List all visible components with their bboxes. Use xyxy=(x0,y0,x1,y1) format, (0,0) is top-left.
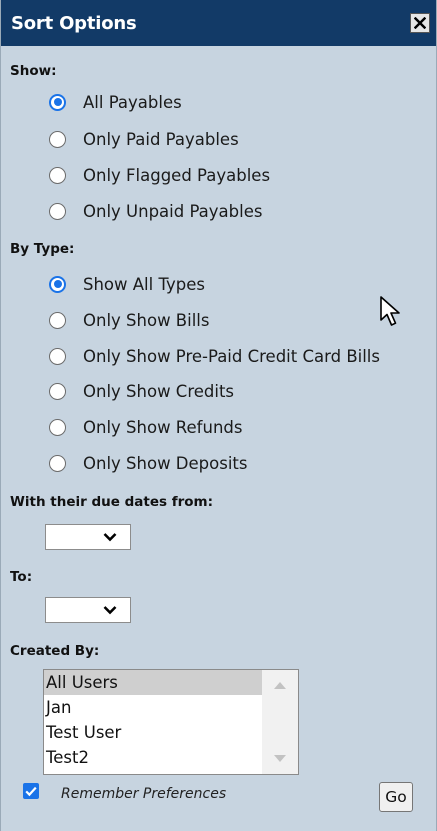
radio-icon-checked[interactable] xyxy=(49,93,66,111)
type-option-refunds[interactable]: Only Show Refunds xyxy=(49,415,242,439)
radio-icon[interactable] xyxy=(49,130,66,148)
chevron-down-icon xyxy=(103,606,117,615)
remember-preferences-label: Remember Preferences xyxy=(61,786,227,802)
radio-icon[interactable] xyxy=(49,418,66,436)
option-label: Only Show Deposits xyxy=(83,453,248,473)
list-item[interactable]: Test2 xyxy=(44,745,264,770)
type-option-prepaid-cc-bills[interactable]: Only Show Pre-Paid Credit Card Bills xyxy=(49,344,380,368)
option-label: Only Show Pre-Paid Credit Card Bills xyxy=(83,346,380,366)
option-label: Only Paid Payables xyxy=(83,129,239,149)
remember-preferences[interactable]: Remember Preferences xyxy=(23,780,226,802)
radio-icon[interactable] xyxy=(49,311,66,329)
list-item[interactable]: Jan xyxy=(44,695,264,720)
show-option-paid[interactable]: Only Paid Payables xyxy=(49,127,239,151)
type-option-deposits[interactable]: Only Show Deposits xyxy=(49,451,247,475)
list-item[interactable]: All Users xyxy=(44,670,264,695)
listbox-scrollbar[interactable] xyxy=(262,670,298,774)
created-by-label: Created By: xyxy=(10,643,100,659)
due-date-to-select[interactable] xyxy=(45,597,131,623)
mouse-pointer-icon xyxy=(380,296,400,326)
option-label: Only Unpaid Payables xyxy=(83,201,263,221)
go-button[interactable]: Go xyxy=(379,782,413,812)
close-button[interactable] xyxy=(410,13,430,33)
close-x-icon xyxy=(414,17,426,29)
by-type-label: By Type: xyxy=(10,241,75,257)
type-option-credits[interactable]: Only Show Credits xyxy=(49,379,234,403)
option-label: All Payables xyxy=(83,92,182,112)
type-option-bills[interactable]: Only Show Bills xyxy=(49,308,209,332)
radio-icon-checked[interactable] xyxy=(49,275,66,293)
show-option-flagged[interactable]: Only Flagged Payables xyxy=(49,163,270,187)
option-label: Only Show Credits xyxy=(83,381,235,401)
radio-icon[interactable] xyxy=(49,454,66,472)
radio-icon[interactable] xyxy=(49,202,66,220)
due-dates-from-label: With their due dates from: xyxy=(10,494,214,510)
sort-options-panel: Sort Options Show: All Payables Only Pai… xyxy=(0,0,437,831)
list-item[interactable]: Test User xyxy=(44,720,264,745)
option-label: Only Show Bills xyxy=(83,310,210,330)
panel-title: Sort Options xyxy=(11,13,137,34)
created-by-listbox[interactable]: All Users Jan Test User Test2 xyxy=(43,669,299,775)
show-label: Show: xyxy=(10,63,57,79)
chevron-down-icon xyxy=(103,533,117,542)
checkbox-checked-icon[interactable] xyxy=(23,783,39,799)
title-bar: Sort Options xyxy=(1,0,436,46)
show-option-unpaid[interactable]: Only Unpaid Payables xyxy=(49,199,262,223)
option-label: Only Flagged Payables xyxy=(83,165,271,185)
option-label: Show All Types xyxy=(83,274,205,294)
option-label: Only Show Refunds xyxy=(83,417,243,437)
due-date-from-select[interactable] xyxy=(45,524,131,550)
due-dates-to-label: To: xyxy=(10,569,33,585)
checkmark-icon xyxy=(25,786,37,797)
radio-icon[interactable] xyxy=(49,166,66,184)
radio-icon[interactable] xyxy=(49,382,66,400)
type-option-all[interactable]: Show All Types xyxy=(49,272,205,296)
radio-icon[interactable] xyxy=(49,347,66,365)
scroll-up-arrow-icon[interactable] xyxy=(273,680,287,690)
show-option-all-payables[interactable]: All Payables xyxy=(49,90,182,114)
scroll-down-arrow-icon[interactable] xyxy=(273,754,287,764)
